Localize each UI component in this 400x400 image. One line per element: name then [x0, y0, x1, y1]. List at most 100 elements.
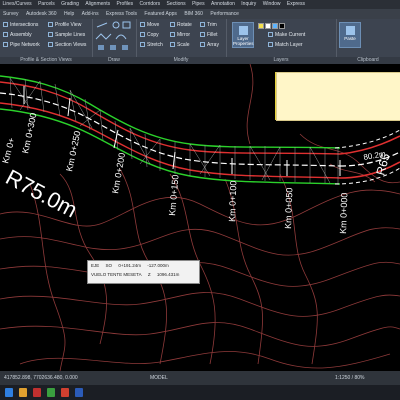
right-edge-red-bottom [339, 161, 400, 179]
menu-grading[interactable]: Grading [61, 1, 79, 7]
taskbar [0, 385, 400, 400]
station-label-000: Km 0+000 [338, 192, 349, 234]
menu-pipes[interactable]: Pipes [192, 1, 205, 7]
layer-color-icon[interactable] [279, 23, 285, 29]
tooltip-field-1: EJE [91, 263, 100, 268]
station-label-200: Km 0+200 [110, 152, 127, 194]
alignment-tooltip: EJE SO 0+191.24m -127.000m VUELO TENTE M… [87, 260, 200, 284]
excel-icon[interactable] [47, 388, 55, 397]
group-label-profile-section: Profile & Section Views [0, 57, 92, 64]
match-layer-icon [268, 42, 273, 47]
paste-button[interactable]: Paste [339, 22, 361, 48]
stretch-icon [140, 42, 145, 47]
tab-help[interactable]: Help [64, 11, 74, 17]
move-icon [140, 22, 145, 27]
rotate-icon [170, 22, 175, 27]
sample-lines-icon [48, 32, 53, 37]
group-label-layers: Layers [226, 57, 336, 64]
group-label-modify: Modify [136, 57, 226, 64]
array-button[interactable]: Array [200, 42, 219, 49]
copy-button[interactable]: Copy [140, 32, 159, 39]
tooltip-field-2: SO [105, 263, 113, 268]
paste-icon [346, 26, 355, 35]
group-clipboard: Paste Clipboard [336, 19, 400, 64]
radius-label-main: R75.0m [2, 164, 82, 222]
group-draw: Draw [92, 19, 137, 64]
assembly-button[interactable]: Assembly [3, 32, 32, 39]
scale-button[interactable]: Scale [170, 42, 190, 49]
acrobat-icon[interactable] [33, 388, 41, 397]
layer-lock-icon[interactable] [272, 23, 278, 29]
tab-featured-apps[interactable]: Featured Apps [144, 11, 177, 17]
start-icon[interactable] [5, 388, 13, 397]
layer-bulb-icon[interactable] [258, 23, 264, 29]
menu-window[interactable]: Window [263, 1, 281, 7]
rotate-button[interactable]: Rotate [170, 22, 192, 29]
drawing-canvas[interactable]: Km 0+300 Km 0+250 Km 0+200 Km 0+150 Km 0… [0, 64, 400, 371]
word-icon[interactable] [75, 388, 83, 397]
station-label-250: Km 0+250 [64, 130, 82, 172]
scale-icon [170, 42, 175, 47]
explorer-icon[interactable] [19, 388, 27, 397]
station-label-100: Km 0+100 [227, 180, 238, 222]
pipe-network-icon [3, 42, 8, 47]
tooltip-field-4: -127.000m [147, 263, 169, 268]
menu-inquiry[interactable]: Inquiry [241, 1, 256, 7]
fillet-icon [200, 32, 205, 37]
menu-lines-curves[interactable]: Lines/Curves [3, 1, 32, 7]
annotation-scale[interactable]: 1:1250 / 80% [335, 371, 364, 385]
model-space-toggle[interactable]: MODEL [150, 371, 168, 385]
civil3d-icon[interactable] [61, 388, 69, 397]
menu-parcels[interactable]: Parcels [38, 1, 55, 7]
tab-autodesk-360[interactable]: Autodesk 360 [26, 11, 57, 17]
mirror-button[interactable]: Mirror [170, 32, 190, 39]
tooltip-field-6: Z [147, 272, 151, 277]
station-label-left: Km 0+ [0, 137, 16, 165]
section-views-icon [48, 42, 53, 47]
tab-add-ins[interactable]: Add-ins [82, 11, 99, 17]
profile-view-icon [48, 22, 53, 27]
tab-express-tools[interactable]: Express Tools [106, 11, 137, 17]
trim-button[interactable]: Trim [200, 22, 217, 29]
menu-express[interactable]: Express [287, 1, 305, 7]
draw-tools-icons[interactable] [92, 19, 136, 57]
menu-alignments[interactable]: Alignments [85, 1, 110, 7]
move-button[interactable]: Move [140, 22, 159, 29]
sample-lines-button[interactable]: Sample Lines [48, 32, 85, 39]
pipe-network-button[interactable]: Pipe Network [3, 42, 40, 49]
group-label-draw: Draw [92, 57, 136, 64]
menu-profiles[interactable]: Profiles [116, 1, 133, 7]
tooltip-row-1: EJE SO 0+191.24m -127.000m [91, 263, 174, 268]
section-views-button[interactable]: Section Views [48, 42, 86, 49]
array-icon [200, 42, 205, 47]
intersections-button[interactable]: Intersections [3, 22, 38, 29]
make-current-icon [268, 32, 273, 37]
intersections-icon [3, 22, 8, 27]
layer-properties-icon [239, 26, 248, 35]
tooltip-row-2: VUELO TENTE MESETA Z 1096.431m [91, 272, 184, 277]
menu-sections[interactable]: Sections [167, 1, 186, 7]
fillet-button[interactable]: Fillet [200, 32, 218, 39]
match-layer-button[interactable]: Match Layer [268, 42, 303, 49]
tab-performance[interactable]: Performance [210, 11, 239, 17]
menu-bar: Lines/Curves Parcels Grading Alignments … [0, 0, 400, 9]
stretch-button[interactable]: Stretch [140, 42, 163, 49]
make-current-button[interactable]: Make Current [268, 32, 305, 39]
tooltip-field-7: 1096.431m [156, 272, 180, 277]
tab-bim-360[interactable]: BIM 360 [184, 11, 203, 17]
tab-survey[interactable]: Survey [3, 11, 19, 17]
menu-annotation[interactable]: Annotation [211, 1, 235, 7]
tooltip-field-3: 0+191.24m [118, 263, 141, 268]
group-modify: Move Rotate Trim Copy Mirror Fillet Stre… [136, 19, 227, 64]
station-label-150: Km 0+150 [167, 174, 181, 216]
tooltip-field-5: VUELO TENTE MESETA [91, 272, 142, 277]
station-label-300: Km 0+300 [20, 112, 38, 154]
group-layers: Layer Properties Make Current Match Laye… [226, 19, 337, 64]
menu-corridors[interactable]: Corridors [140, 1, 161, 7]
layer-sun-icon[interactable] [265, 23, 271, 29]
group-profile-section-views: Intersections Profile View Assembly Samp… [0, 19, 93, 64]
ribbon-tabs: Survey Autodesk 360 Help Add-ins Express… [0, 9, 400, 19]
ribbon: Intersections Profile View Assembly Samp… [0, 19, 400, 65]
profile-view-button[interactable]: Profile View [48, 22, 81, 29]
layer-properties-button[interactable]: Layer Properties [232, 22, 254, 48]
